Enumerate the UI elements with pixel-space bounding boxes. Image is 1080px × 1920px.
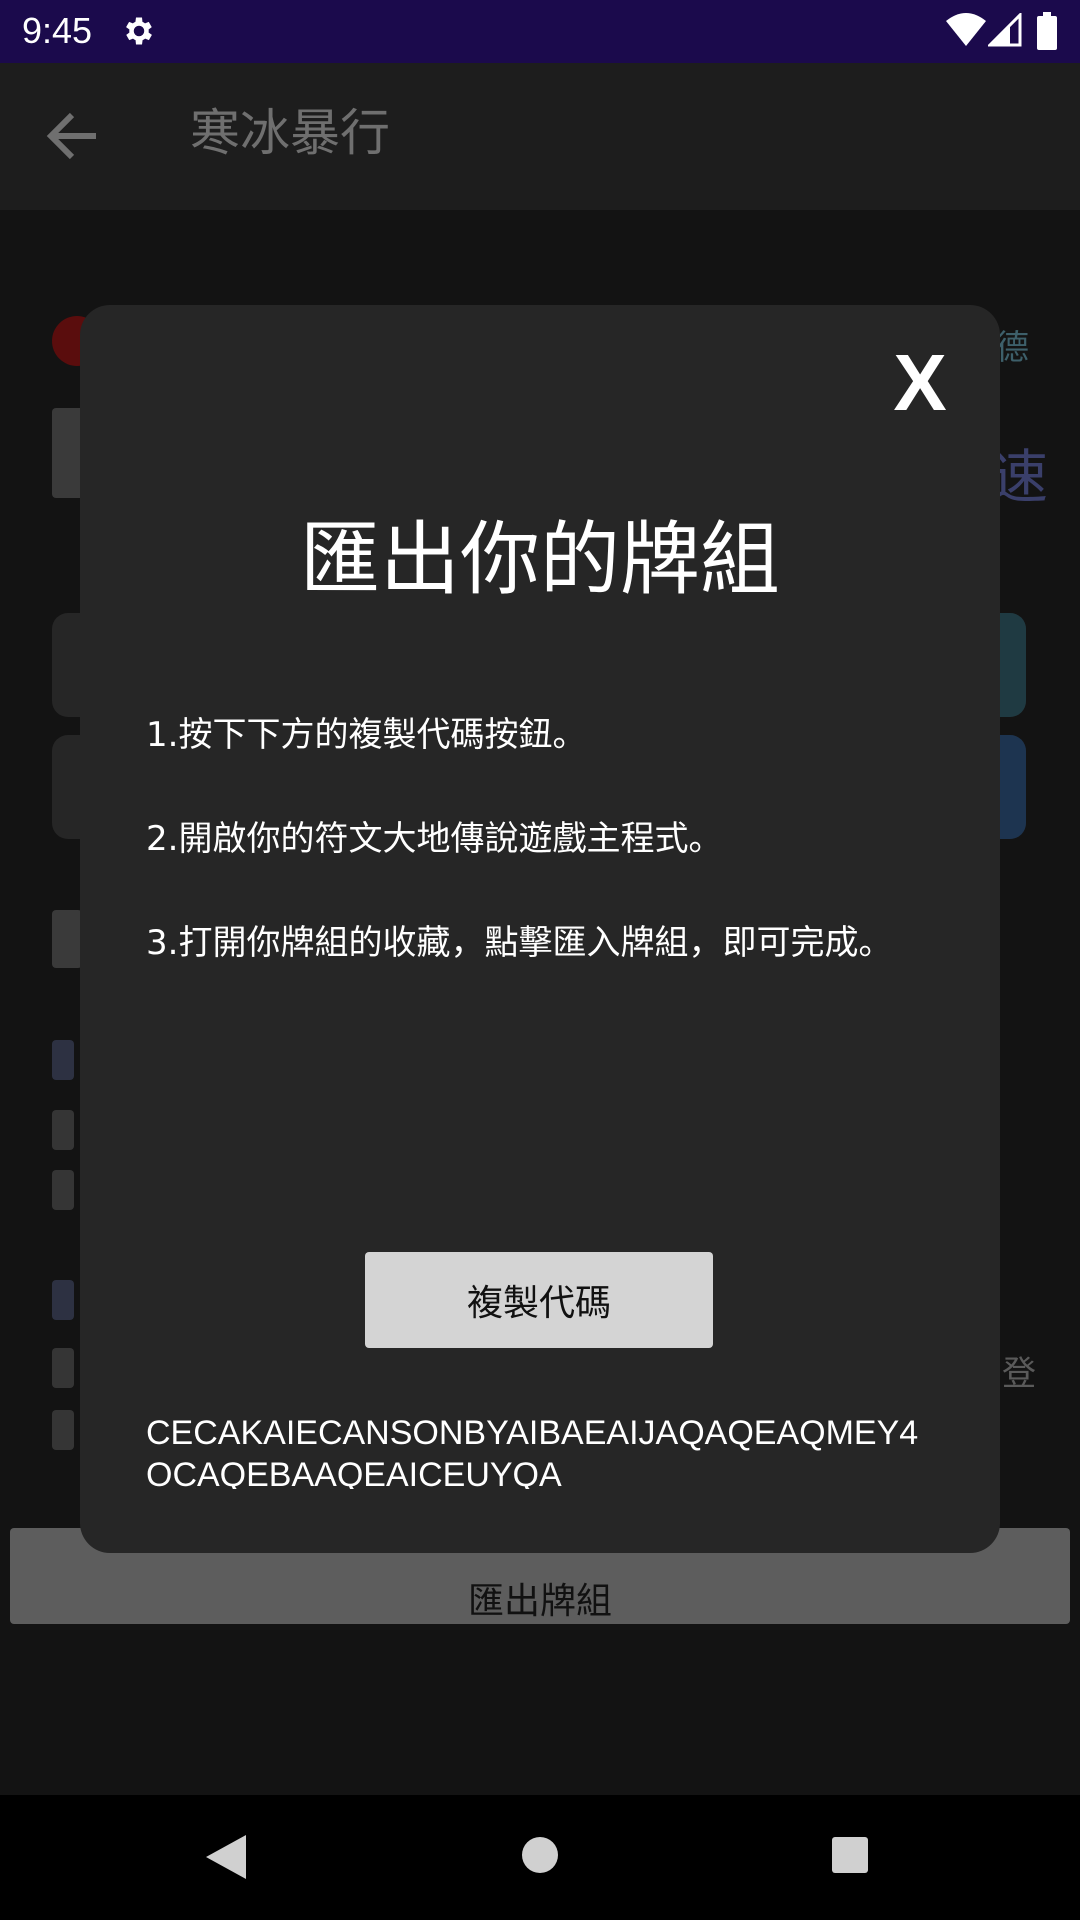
instruction-step: 2.開啟你的符文大地傳說遊戲主程式。 xyxy=(146,819,723,859)
background-text-fragment xyxy=(52,1110,74,1150)
arrow-left-icon[interactable] xyxy=(46,111,100,161)
export-deck-dialog: X 匯出你的牌組 1.按下下方的複製代碼按鈕。 2.開啟你的符文大地傳說遊戲主程… xyxy=(80,305,1000,1553)
status-time: 9:45 xyxy=(22,10,93,51)
background-text-fragment xyxy=(52,1280,74,1320)
page-title: 寒冰暴行 xyxy=(190,104,390,162)
background-char: 登 xyxy=(1002,1354,1036,1394)
app-bar: 寒冰暴行 xyxy=(0,63,1080,210)
background-text-fragment xyxy=(52,1040,74,1080)
instruction-step: 3.打開你牌組的收藏，點擊匯入牌組，即可完成。 xyxy=(146,923,893,963)
back-triangle-icon[interactable] xyxy=(200,1831,248,1883)
home-circle-icon[interactable] xyxy=(520,1835,560,1875)
background-section-heading xyxy=(52,910,82,968)
background-text-fragment xyxy=(52,1170,74,1210)
status-bar: 9:45 xyxy=(0,0,1080,63)
instructions: 1.按下下方的複製代碼按鈕。 2.開啟你的符文大地傳說遊戲主程式。 3.打開你牌… xyxy=(146,707,906,1019)
battery-icon xyxy=(1037,12,1057,50)
instruction-step: 1.按下下方的複製代碼按鈕。 xyxy=(146,715,587,755)
wifi-icon xyxy=(946,13,986,46)
dialog-title: 匯出你的牌組 xyxy=(300,513,780,606)
navigation-bar xyxy=(0,1795,1080,1920)
cell-signal-icon xyxy=(988,13,1022,47)
background-text-fragment xyxy=(52,1410,74,1450)
settings-gear-icon xyxy=(126,17,152,45)
close-button[interactable]: X xyxy=(888,343,952,423)
background-text-fragment xyxy=(52,1348,74,1388)
deck-code-text[interactable]: CECAKAIECANSONBYAIBAEAIJAQAQEAQMEY4OCAQE… xyxy=(146,1412,936,1489)
copy-code-button[interactable]: 複製代碼 xyxy=(365,1252,713,1348)
recents-square-icon[interactable] xyxy=(830,1835,870,1875)
background-label: 德 xyxy=(995,328,1029,368)
